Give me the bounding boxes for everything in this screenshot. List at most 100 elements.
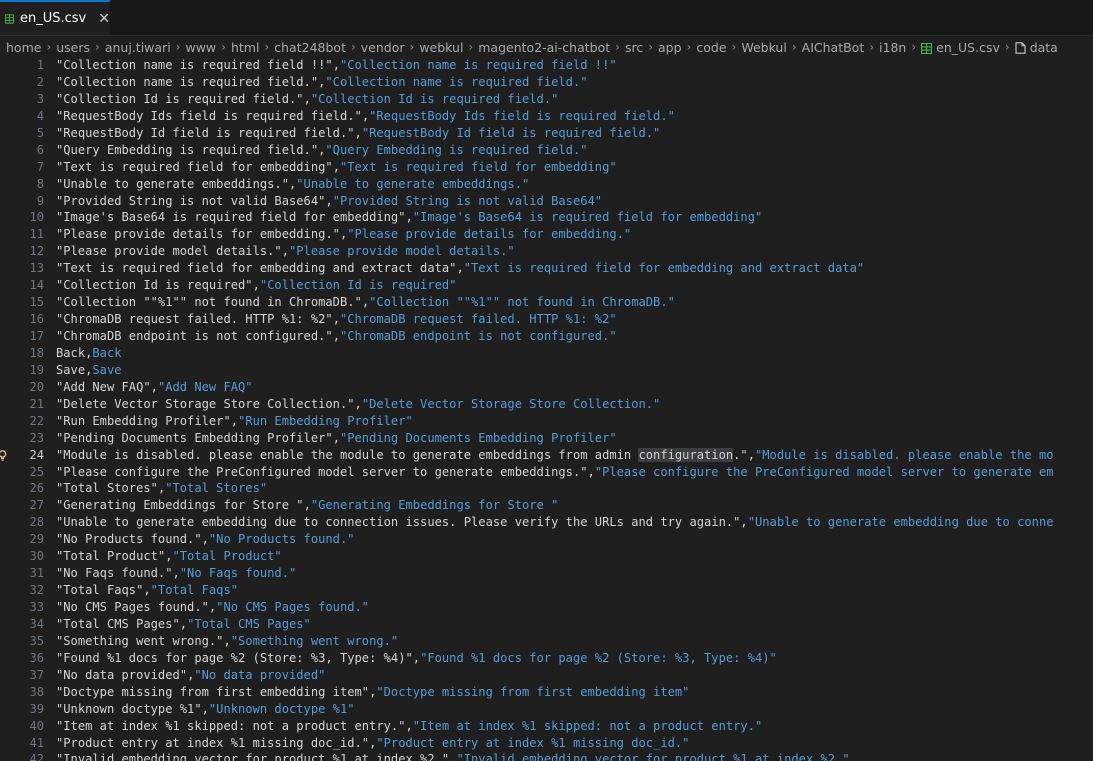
breadcrumb-item[interactable]: users bbox=[56, 40, 90, 55]
csv-separator: , bbox=[587, 464, 595, 479]
code-editor[interactable]: 1 "Collection name is required field !!",… bbox=[0, 57, 1093, 761]
code-line[interactable]: 4 "RequestBody Ids field is required fiel… bbox=[0, 108, 1093, 125]
breadcrumb-item[interactable]: www bbox=[185, 40, 216, 55]
code-line[interactable]: 37 "No data provided","No data provided" bbox=[0, 667, 1093, 684]
code-content: "No data provided","No data provided" bbox=[56, 667, 325, 684]
breadcrumb-label: src bbox=[624, 39, 644, 55]
code-content: "Total CMS Pages","Total CMS Pages" bbox=[56, 616, 311, 633]
code-line[interactable]: 39 "Unknown doctype %1","Unknown doctype … bbox=[0, 701, 1093, 718]
code-content: "Total Product","Total Product" bbox=[56, 548, 282, 565]
code-line[interactable]: 29 "No Products found.","No Products foun… bbox=[0, 531, 1093, 548]
breadcrumb-item[interactable]: html bbox=[231, 40, 259, 55]
code-line[interactable]: 41 "Product entry at index %1 missing doc… bbox=[0, 735, 1093, 752]
code-line[interactable]: 16 "ChromaDB request failed. HTTP %1: %2"… bbox=[0, 311, 1093, 328]
code-line[interactable]: 14 "Collection Id is required","Collectio… bbox=[0, 277, 1093, 294]
breadcrumb-label: chat248bot bbox=[274, 39, 346, 55]
code-line[interactable]: 9 "Provided String is not valid Base64","… bbox=[0, 193, 1093, 210]
breadcrumb-item[interactable]: src bbox=[625, 40, 643, 55]
csv-key: "No Products found." bbox=[56, 532, 202, 547]
code-line[interactable]: 34 "Total CMS Pages","Total CMS Pages" bbox=[0, 616, 1093, 633]
breadcrumb-item[interactable]: en_US.csv bbox=[921, 40, 1000, 55]
code-line[interactable]: 30 "Total Product","Total Product" bbox=[0, 548, 1093, 565]
code-line[interactable]: 11 "Please provide details for embedding.… bbox=[0, 226, 1093, 243]
code-line[interactable]: 36 "Found %1 docs for page %2 (Store: %3,… bbox=[0, 650, 1093, 667]
breadcrumb-item[interactable]: app bbox=[658, 40, 682, 55]
code-line[interactable]: 42 "Invalid embedding vector for product … bbox=[0, 751, 1093, 761]
code-line[interactable]: 12 "Please provide model details.","Pleas… bbox=[0, 243, 1093, 260]
csv-value: "Collection ""%1"" not found in ChromaDB… bbox=[369, 295, 675, 310]
line-number: 38 bbox=[29, 684, 44, 699]
code-line[interactable]: 22 "Run Embedding Profiler","Run Embeddin… bbox=[0, 413, 1093, 430]
breadcrumb-item[interactable]: home bbox=[6, 40, 41, 55]
code-line[interactable]: 18 Back,Back bbox=[0, 345, 1093, 362]
code-line[interactable]: 10 "Image's Base64 is required field for … bbox=[0, 209, 1093, 226]
code-line[interactable]: 21 "Delete Vector Storage Store Collectio… bbox=[0, 396, 1093, 413]
csv-key: "Generating Embeddings for Store " bbox=[56, 498, 304, 513]
breadcrumb-item[interactable]: code bbox=[696, 40, 726, 55]
code-line[interactable]: 8 "Unable to generate embeddings.","Unabl… bbox=[0, 176, 1093, 193]
code-line[interactable]: 38 "Doctype missing from first embedding … bbox=[0, 684, 1093, 701]
code-line[interactable]: 5 "RequestBody Id field is required field… bbox=[0, 125, 1093, 142]
code-line[interactable]: 27 "Generating Embeddings for Store ","Ge… bbox=[0, 497, 1093, 514]
code-content: "Collection name is required field !!","… bbox=[56, 57, 617, 74]
breadcrumb: home › users › anuj.tiwari › www › html › chat248b… bbox=[0, 36, 1093, 58]
line-number: 14 bbox=[29, 278, 44, 293]
csv-separator: , bbox=[172, 566, 180, 581]
breadcrumb-item[interactable]: AIChatBot bbox=[802, 40, 865, 55]
code-content: "Query Embedding is required field.","Qu… bbox=[56, 142, 588, 159]
code-line[interactable]: 17 "ChromaDB endpoint is not configured."… bbox=[0, 328, 1093, 345]
code-line[interactable]: 33 "No CMS Pages found.","No CMS Pages fo… bbox=[0, 599, 1093, 616]
code-line[interactable]: 2 "Collection name is required field.","C… bbox=[0, 74, 1093, 91]
tab-en-us-csv[interactable]: en_US.csv ✕ bbox=[0, 0, 110, 35]
line-number: 31 bbox=[29, 566, 44, 581]
csv-separator: , bbox=[405, 718, 413, 733]
close-icon[interactable]: ✕ bbox=[98, 11, 110, 27]
code-line[interactable]: 24 "Module is disabled. please enable the… bbox=[0, 447, 1093, 464]
breadcrumb-item[interactable]: i18n bbox=[879, 40, 906, 55]
csv-value: "ChromaDB endpoint is not configured." bbox=[339, 329, 617, 343]
csv-key: "Add New FAQ" bbox=[56, 379, 151, 394]
csv-separator: , bbox=[354, 396, 362, 411]
code-line[interactable]: 13 "Text is required field for embedding … bbox=[0, 260, 1093, 277]
code-content: "Text is required field for embedding","… bbox=[56, 159, 617, 176]
csv-key: "No Faqs found." bbox=[56, 566, 173, 581]
breadcrumb-item[interactable]: magento2-ai-chatbot bbox=[478, 40, 610, 55]
code-content: "Found %1 docs for page %2 (Store: %3, T… bbox=[56, 650, 777, 667]
csv-key: "Module is disabled. please enable the m… bbox=[56, 447, 748, 462]
breadcrumb-item[interactable]: webkul bbox=[419, 40, 463, 55]
line-number: 26 bbox=[29, 481, 44, 496]
breadcrumb-label: html bbox=[230, 39, 260, 55]
breadcrumb-item[interactable]: chat248bot bbox=[274, 40, 346, 55]
code-content: "Unable to generate embedding due to con… bbox=[56, 514, 1054, 531]
code-line[interactable]: 15 "Collection ""%1"" not found in Chroma… bbox=[0, 294, 1093, 311]
breadcrumb-separator-icon: › bbox=[409, 40, 415, 54]
code-line[interactable]: 25 "Please configure the PreConfigured mo… bbox=[0, 464, 1093, 481]
breadcrumb-item[interactable]: anuj.tiwari bbox=[105, 40, 171, 55]
breadcrumb-item[interactable]: data bbox=[1015, 40, 1058, 55]
line-number: 20 bbox=[29, 379, 44, 394]
csv-value: "Provided String is not valid Base64" bbox=[332, 193, 603, 208]
code-line[interactable]: 23 "Pending Documents Embedding Profiler"… bbox=[0, 430, 1093, 447]
code-line[interactable]: 3 "Collection Id is required field.","Col… bbox=[0, 91, 1093, 108]
code-line[interactable]: 6 "Query Embedding is required field.","Q… bbox=[0, 142, 1093, 159]
code-line[interactable]: 20 "Add New FAQ","Add New FAQ" bbox=[0, 379, 1093, 396]
code-line[interactable]: 26 "Total Stores","Total Stores" bbox=[0, 480, 1093, 497]
breadcrumb-separator-icon: › bbox=[615, 40, 620, 54]
code-line[interactable]: 32 "Total Faqs","Total Faqs" bbox=[0, 582, 1093, 599]
code-line[interactable]: 31 "No Faqs found.","No Faqs found." bbox=[0, 565, 1093, 582]
csv-value: "Query Embedding is required field." bbox=[325, 142, 588, 157]
code-line[interactable]: 1 "Collection name is required field !!",… bbox=[0, 57, 1093, 74]
breadcrumb-item[interactable]: Webkul bbox=[741, 40, 787, 55]
breadcrumb-item[interactable]: vendor bbox=[361, 40, 405, 55]
line-number: 21 bbox=[29, 396, 44, 411]
code-content: "Please provide details for embedding.",… bbox=[56, 226, 631, 243]
code-line[interactable]: 19 Save,Save bbox=[0, 362, 1093, 379]
code-line[interactable]: 28 "Unable to generate embedding due to c… bbox=[0, 514, 1093, 531]
code-line[interactable]: 7 "Text is required field for embedding",… bbox=[0, 159, 1093, 176]
csv-separator: , bbox=[165, 549, 173, 564]
csv-key: "Something went wrong." bbox=[56, 633, 224, 648]
code-line[interactable]: 35 "Something went wrong.","Something wen… bbox=[0, 633, 1093, 650]
csv-value: "Total CMS Pages" bbox=[187, 616, 311, 631]
code-line[interactable]: 40 "Item at index %1 skipped: not a produ… bbox=[0, 718, 1093, 735]
breadcrumb-separator-icon: › bbox=[869, 40, 875, 54]
